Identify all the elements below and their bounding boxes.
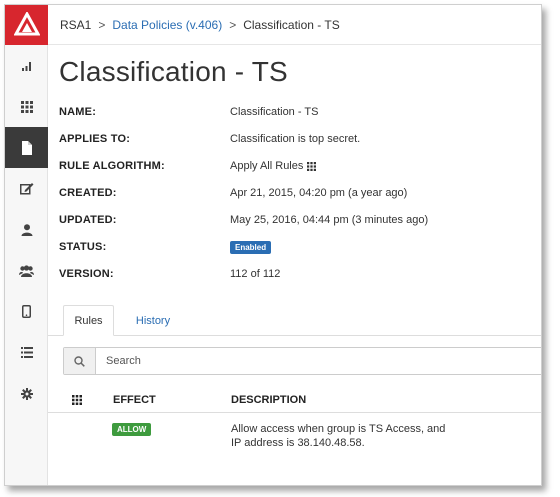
property-key: STATUS:: [59, 241, 107, 253]
sidebar-item-list[interactable]: [5, 332, 48, 373]
property-created: CREATED: Apr 21, 2015, 04:20 pm (a year …: [59, 187, 407, 199]
column-header-description[interactable]: DESCRIPTION: [231, 394, 306, 406]
rule-description-line: Allow access when group is TS Access, an…: [231, 423, 446, 435]
property-value: May 25, 2016, 04:44 pm (3 minutes ago): [230, 214, 429, 226]
tab-rules[interactable]: Rules: [63, 305, 114, 336]
property-value: Classification is top secret.: [230, 133, 361, 145]
property-applies-to: APPLIES TO: Classification is top secret…: [59, 133, 360, 145]
gear-icon: [20, 387, 33, 400]
table-header: EFFECT DESCRIPTION: [48, 389, 541, 413]
property-value: 112 of 112: [230, 268, 281, 280]
rule-description-line: IP address is 38.140.48.58.: [231, 437, 365, 449]
property-status: STATUS: Enabled: [59, 241, 272, 254]
property-rule-algorithm: RULE ALGORITHM: Apply All Rules: [59, 160, 317, 172]
property-key: CREATED:: [59, 187, 117, 199]
sidebar-item-groups[interactable]: [5, 250, 48, 291]
sidebar-item-applications[interactable]: [5, 86, 48, 127]
user-icon: [21, 223, 32, 236]
grid-icon: [307, 161, 317, 171]
edit-icon: [19, 183, 33, 195]
tab-history[interactable]: History: [128, 305, 178, 336]
property-key: UPDATED:: [59, 214, 117, 226]
property-name: NAME: Classification - TS: [59, 106, 318, 118]
sidebar-item-user[interactable]: [5, 209, 48, 250]
breadcrumb-separator: >: [98, 17, 106, 32]
property-key: RULE ALGORITHM:: [59, 160, 165, 172]
sidebar-item-dashboard[interactable]: [5, 45, 48, 86]
app-window: RSA1 > Data Policies (v.406) > Classific…: [4, 4, 542, 486]
sidebar-item-edit[interactable]: [5, 168, 48, 209]
grid-icon: [20, 100, 33, 113]
search-box: [63, 347, 541, 375]
search-input[interactable]: [96, 348, 541, 374]
rule-description: Allow access when group is TS Access, an…: [231, 422, 445, 450]
property-value-wrapper: Apply All Rules: [230, 160, 317, 172]
status-badge: Enabled: [230, 241, 272, 254]
breadcrumb: RSA1 > Data Policies (v.406) > Classific…: [48, 5, 541, 45]
search-icon: [74, 355, 85, 367]
breadcrumb-data-policies-link[interactable]: Data Policies (v.406): [112, 18, 222, 32]
property-value: Apr 21, 2015, 04:20 pm (a year ago): [230, 187, 408, 199]
breadcrumb-current: Classification - TS: [243, 17, 340, 32]
main-content: Classification - TS NAME: Classification…: [48, 46, 541, 485]
list-icon: [20, 347, 33, 358]
logo-icon: [13, 12, 40, 36]
search-addon: [64, 348, 96, 374]
breadcrumb-root[interactable]: RSA1: [60, 18, 91, 32]
property-key: VERSION:: [59, 268, 114, 280]
brand-logo[interactable]: [5, 5, 48, 45]
sidebar-item-settings[interactable]: [5, 373, 48, 414]
breadcrumb-separator: >: [229, 17, 237, 32]
table-row[interactable]: ALLOW Allow access when group is TS Acce…: [48, 418, 541, 458]
property-key: APPLIES TO:: [59, 133, 131, 145]
tab-bar: Rules History: [48, 305, 541, 336]
property-updated: UPDATED: May 25, 2016, 04:44 pm (3 minut…: [59, 214, 428, 226]
users-icon: [19, 264, 34, 277]
grid-icon[interactable]: [72, 395, 82, 405]
column-header-effect[interactable]: EFFECT: [113, 394, 156, 406]
bar-chart-icon: [21, 61, 31, 71]
sidebar-item-policies[interactable]: [5, 127, 48, 168]
property-value-wrapper: Enabled: [230, 241, 272, 254]
effect-badge: ALLOW: [112, 423, 152, 436]
mobile-icon: [22, 305, 31, 318]
property-value: Classification - TS: [230, 106, 319, 118]
sidebar: [5, 5, 48, 485]
property-version: VERSION: 112 of 112: [59, 268, 280, 280]
property-value: Apply All Rules: [230, 160, 304, 172]
sidebar-item-devices[interactable]: [5, 291, 48, 332]
page-title: Classification - TS: [59, 56, 288, 87]
document-icon: [21, 140, 32, 155]
property-key: NAME:: [59, 106, 97, 118]
